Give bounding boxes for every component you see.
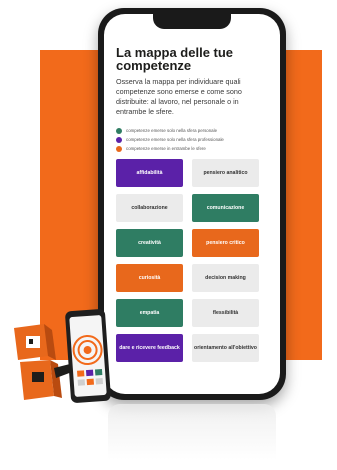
legend-item-professional: competenze emerse solo nella sfera profe… — [116, 135, 270, 144]
skill-tile-pensiero-analitico[interactable]: pensiero analitico — [192, 159, 259, 187]
legend-label: competenze emerse solo nella sfera perso… — [126, 128, 218, 133]
skill-tile-affidabilita[interactable]: affidabilità — [116, 159, 183, 187]
skill-tile-empatia[interactable]: empatia — [116, 299, 183, 327]
skills-grid: affidabilità pensiero analitico collabor… — [116, 159, 270, 362]
skill-tile-curiosita[interactable]: curiosità — [116, 264, 183, 292]
skill-tile-feedback[interactable]: dare e ricevere feedback — [116, 334, 183, 362]
legend-dot-personal — [116, 127, 122, 134]
skill-tile-pensiero-critico[interactable]: pensiero critico — [192, 229, 259, 257]
skill-tile-orientamento-obiettivo[interactable]: orientamento all'obiettivo — [192, 334, 259, 362]
skill-tile-creativita[interactable]: creatività — [116, 229, 183, 257]
robot-mascot-illustration — [14, 309, 111, 403]
skill-tile-comunicazione[interactable]: comunicazione — [192, 194, 259, 222]
phone-reflection — [108, 404, 276, 460]
skill-tile-collaborazione[interactable]: collaborazione — [116, 194, 183, 222]
legend: competenze emerse solo nella sfera perso… — [116, 126, 270, 153]
legend-label: competenze emerse in entrambe le sfere — [126, 146, 206, 151]
page-title: La mappa delle tue competenze — [116, 45, 234, 73]
phone-notch — [153, 14, 231, 29]
skill-tile-decision-making[interactable]: decision making — [192, 264, 259, 292]
phone-mockup: La mappa delle tue competenze Osserva la… — [98, 8, 286, 400]
legend-label: competenze emerse solo nella sfera profe… — [126, 137, 224, 142]
phone-screen: La mappa delle tue competenze Osserva la… — [104, 14, 280, 394]
page-subtitle: Osserva la mappa per individuare quali c… — [116, 77, 242, 116]
legend-dot-both — [116, 145, 122, 152]
skill-tile-flessibilita[interactable]: flessibilità — [192, 299, 259, 327]
legend-dot-professional — [116, 136, 122, 143]
legend-item-personal: competenze emerse solo nella sfera perso… — [116, 126, 270, 135]
legend-item-both: competenze emerse in entrambe le sfere — [116, 144, 270, 153]
